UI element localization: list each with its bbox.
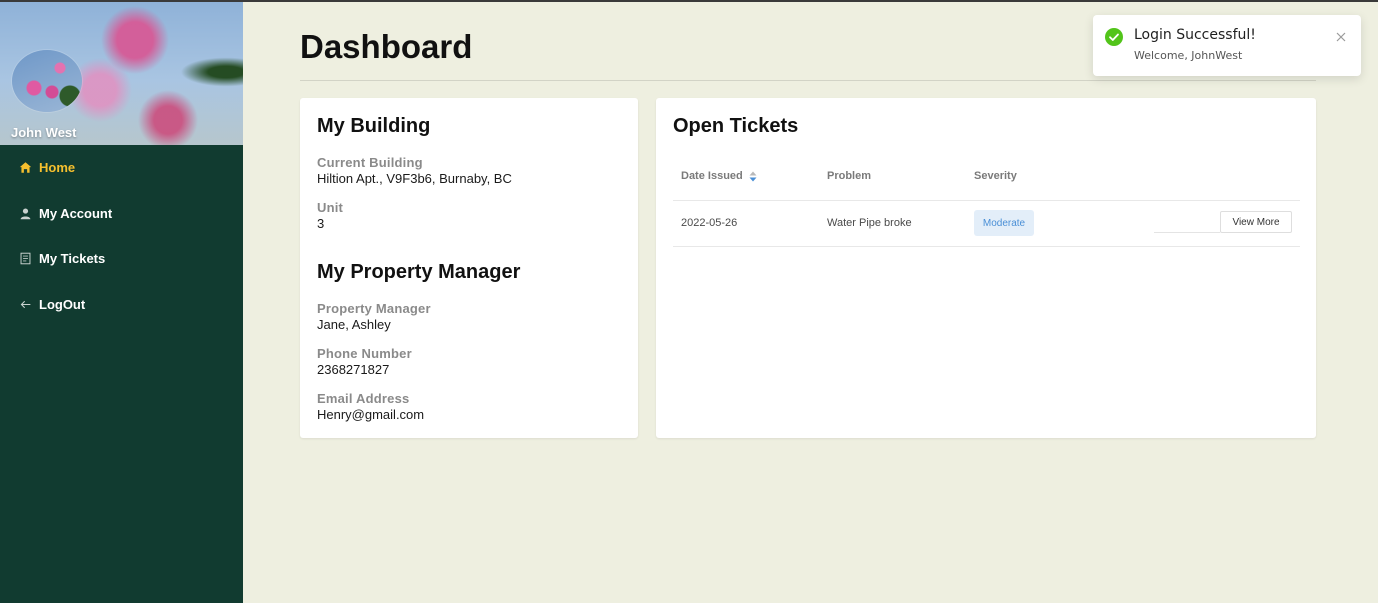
unit-label: Unit xyxy=(317,200,344,215)
toast-message: Welcome, JohnWest xyxy=(1134,49,1243,62)
my-building-card: My Building Current Building Hiltion Apt… xyxy=(300,98,638,438)
sidebar-item-logout[interactable]: LogOut xyxy=(0,282,243,328)
sidebar-item-label: My Tickets xyxy=(39,251,106,267)
sidebar: John West Home My Account My Tickets Log… xyxy=(0,2,243,603)
user-icon xyxy=(18,206,32,220)
user-name: John West xyxy=(11,125,77,140)
column-header-label: Problem xyxy=(827,170,872,182)
sidebar-nav: Home My Account My Tickets LogOut xyxy=(0,145,243,327)
sidebar-item-my-account[interactable]: My Account xyxy=(0,191,243,237)
table-row-divider xyxy=(673,246,1300,247)
sidebar-item-label: Home xyxy=(39,160,76,176)
profile-banner: John West xyxy=(0,2,243,145)
sidebar-item-my-tickets[interactable]: My Tickets xyxy=(0,236,243,282)
current-building-value: Hiltion Apt., V9F3b6, Burnaby, BC xyxy=(317,171,512,186)
sort-icon[interactable] xyxy=(749,171,757,182)
document-icon xyxy=(18,252,32,266)
phone-number-label: Phone Number xyxy=(317,346,412,361)
table-header-divider xyxy=(673,200,1300,201)
property-manager-label: Property Manager xyxy=(317,301,431,316)
ticket-problem: Water Pipe broke xyxy=(827,217,912,229)
phone-number-value: 2368271827 xyxy=(317,362,390,377)
toast-title: Login Successful! xyxy=(1134,27,1256,43)
page-title: Dashboard xyxy=(300,28,473,65)
login-success-toast: Login Successful! Welcome, JohnWest xyxy=(1093,15,1361,76)
open-tickets-card: Open Tickets Date Issued Problem Severit… xyxy=(656,98,1316,438)
sidebar-item-label: My Account xyxy=(39,205,113,221)
title-divider xyxy=(300,80,1316,81)
column-header-label: Severity xyxy=(974,170,1017,182)
view-more-button[interactable]: View More xyxy=(1220,211,1292,233)
my-building-heading: My Building xyxy=(317,115,431,137)
my-property-manager-heading: My Property Manager xyxy=(317,261,521,283)
severity-badge: Moderate xyxy=(974,210,1034,236)
column-header-problem: Problem xyxy=(827,170,871,182)
current-building-label: Current Building xyxy=(317,155,423,170)
column-header-date-issued[interactable]: Date Issued xyxy=(681,170,757,182)
property-manager-value: Jane, Ashley xyxy=(317,317,391,332)
sidebar-item-label: LogOut xyxy=(39,296,86,312)
column-header-severity: Severity xyxy=(974,170,1017,182)
close-icon[interactable] xyxy=(1335,31,1347,43)
home-icon xyxy=(18,161,32,175)
email-address-label: Email Address xyxy=(317,391,410,406)
check-circle-icon xyxy=(1105,28,1123,46)
action-cell-divider xyxy=(1154,232,1220,233)
column-header-label: Date Issued xyxy=(681,170,743,182)
sidebar-item-home[interactable]: Home xyxy=(0,145,243,191)
avatar[interactable] xyxy=(12,50,82,112)
email-address-value: Henry@gmail.com xyxy=(317,407,425,422)
open-tickets-heading: Open Tickets xyxy=(673,115,799,137)
unit-value: 3 xyxy=(317,216,325,231)
ticket-date: 2022-05-26 xyxy=(681,217,738,229)
arrow-left-icon xyxy=(18,297,32,311)
